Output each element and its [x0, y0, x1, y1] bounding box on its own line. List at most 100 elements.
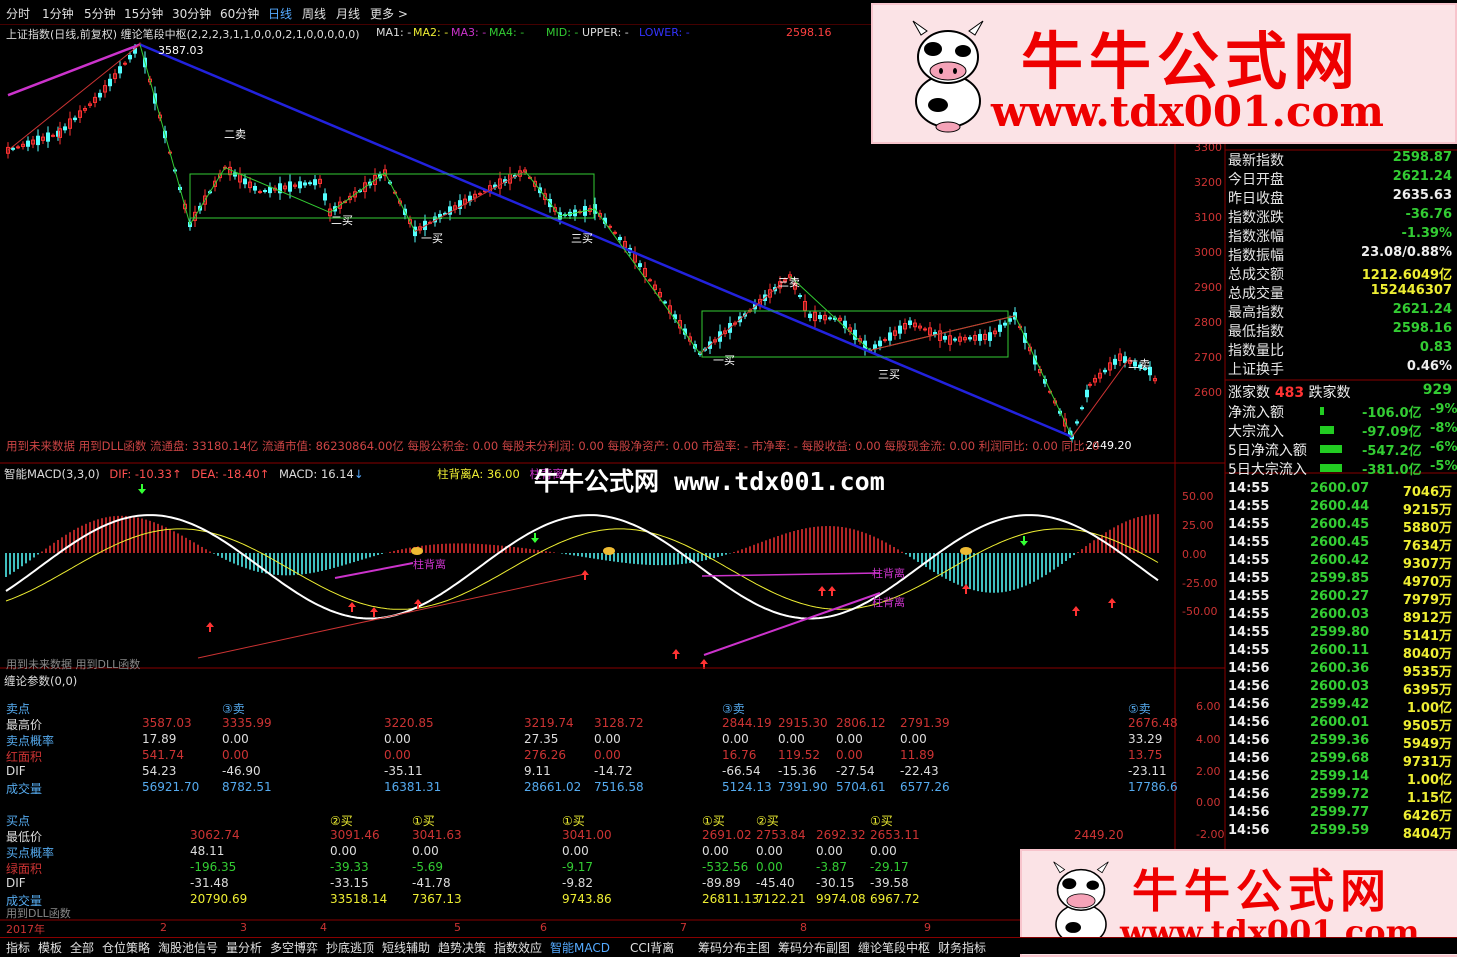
- tick-row: 14:55 2599.85 4970万: [1228, 571, 1456, 590]
- bi-up-1: [7, 44, 141, 151]
- tick-time: 14:55: [1228, 517, 1270, 532]
- timeframe-0[interactable]: 分时: [6, 5, 30, 22]
- tick-row: 14:56 2599.59 8404万: [1228, 823, 1456, 842]
- info-line-text: 用到未来数据 用到DLL函数 流通盘: 33180.14亿 流通市值: 8623…: [6, 439, 1100, 453]
- indicator-tab-3[interactable]: 仓位策略: [102, 939, 150, 956]
- timeframe-8[interactable]: 月线: [336, 5, 360, 22]
- indicator-tab-14[interactable]: 筹码分布副图: [778, 939, 850, 956]
- sell-table-cell: 54.23: [142, 764, 177, 778]
- indicator-tab-10[interactable]: 指数效应: [494, 939, 542, 956]
- sell-table-cell: 0.00: [836, 732, 863, 746]
- buy-table-cell: 33518.14: [330, 892, 388, 906]
- quote-label: 今日开盘: [1228, 172, 1284, 188]
- candle-body: [303, 182, 307, 186]
- signal-buy-3b: 三买: [878, 368, 900, 381]
- sell-table-cell: 7516.58: [594, 780, 644, 794]
- buy-table-cell: 0.00: [816, 844, 843, 858]
- buy-table-cell: 3041.00: [562, 828, 612, 842]
- watermark-cn-text-2: 牛牛公式网: [1132, 864, 1392, 918]
- indicator-tab-8[interactable]: 短线辅助: [382, 939, 430, 956]
- timeframe-6[interactable]: 日线: [268, 5, 292, 22]
- indicator-tab-12[interactable]: CCI背离: [630, 939, 674, 956]
- tick-time: 14:55: [1228, 607, 1270, 622]
- buy-arrow-icon: [828, 586, 836, 596]
- tick-time: 14:55: [1228, 643, 1270, 658]
- tick-time: 14:56: [1228, 697, 1270, 712]
- indicator-tab-4[interactable]: 淘股池信号: [158, 939, 218, 956]
- candle-body: [1113, 358, 1117, 365]
- candle-body: [888, 332, 892, 341]
- tick-price: 2599.85: [1310, 571, 1370, 586]
- timeframe-3[interactable]: 15分钟: [124, 5, 163, 22]
- candle-body: [1080, 407, 1084, 410]
- date-tick: 9: [924, 921, 931, 934]
- ma-legend-0: MA1: -: [376, 26, 412, 39]
- main-chart-title: 上证指数(日线,前复权) 缠论笔段中枢(2,2,2,3,1,1,0,0,0,2,…: [6, 28, 360, 41]
- macd-divergence-1: 柱背离: [413, 558, 446, 571]
- buy-table-cell: 9743.86: [562, 892, 612, 906]
- tick-time: 14:56: [1228, 679, 1270, 694]
- indicator-tab-0[interactable]: 指标: [6, 939, 30, 956]
- candle-body: [953, 338, 957, 341]
- buy-table-cell: 7122.21: [756, 892, 806, 906]
- candle-body: [263, 189, 267, 192]
- indicator-tab-bar: 指标 模板 全部 仓位策略 淘股池信号 量分析 多空博弈 抄底逃顶 短线辅助 趋势决策 指数效应 智能…: [0, 937, 1457, 956]
- sell-table-cell: 6577.26: [900, 780, 950, 794]
- buy-table-cell: -41.78: [412, 876, 451, 890]
- sell-table-cell: 7391.90: [778, 780, 828, 794]
- flow-label: 净流入额: [1228, 405, 1284, 421]
- tick-time: 14:55: [1228, 499, 1270, 514]
- buy-arrow-icon: [962, 584, 970, 594]
- candle-body: [883, 339, 887, 342]
- sell-table-cell: 3587.03: [142, 716, 192, 730]
- timeframe-2[interactable]: 5分钟: [84, 5, 116, 22]
- sell-table-cell: -66.54: [722, 764, 761, 778]
- sell-table-cell: 0.00: [384, 748, 411, 762]
- tick-row: 14:56 2600.01 9505万: [1228, 715, 1456, 734]
- candle-body: [308, 182, 312, 185]
- sell-arrow-icon: [138, 484, 146, 494]
- indicator-tab-2[interactable]: 全部: [70, 939, 94, 956]
- flow-value: -106.0亿: [1362, 406, 1422, 421]
- indicator-tab-13[interactable]: 筹码分布主图: [698, 939, 770, 956]
- sell-table-cell: 3220.85: [384, 716, 434, 730]
- macd-trend-red: [197, 573, 586, 659]
- timeframe-5[interactable]: 60分钟: [220, 5, 259, 22]
- candle-body: [613, 231, 617, 234]
- tick-time: 14:55: [1228, 589, 1270, 604]
- indicator-tab-6[interactable]: 多空博弈: [270, 939, 318, 956]
- candle-body: [26, 140, 30, 147]
- buy-table-cell: -196.35: [190, 860, 237, 874]
- sell-table-cell: 5124.13: [722, 780, 772, 794]
- indicator-tab-16[interactable]: 财务指标: [938, 939, 986, 956]
- indicator-tab-11[interactable]: 智能MACD: [550, 939, 610, 956]
- tick-volume: 9307万: [1402, 557, 1452, 572]
- candle-body: [638, 263, 642, 268]
- gold-coin-icon: [603, 547, 615, 555]
- indicator-tab-5[interactable]: 量分析: [226, 939, 262, 956]
- flow-pct: -6%: [1430, 440, 1457, 455]
- timeframe-7[interactable]: 周线: [302, 5, 326, 22]
- timeframe-4[interactable]: 30分钟: [172, 5, 211, 22]
- flow-pct: -5%: [1430, 459, 1457, 474]
- date-tick: 8: [800, 921, 807, 934]
- tick-row: 14:56 2600.36 9535万: [1228, 661, 1456, 680]
- indicator-tab-15[interactable]: 缠论笔段中枢: [858, 939, 930, 956]
- sell-table-cell: 2791.39: [900, 716, 950, 730]
- buy-table-cell: -31.48: [190, 876, 229, 890]
- sell-table-cell: 119.52: [778, 748, 820, 762]
- indicator-tab-7[interactable]: 抄底逃顶: [326, 939, 374, 956]
- candle-body: [268, 186, 272, 194]
- indicator-tab-9[interactable]: 趋势决策: [438, 939, 486, 956]
- timeframe-1[interactable]: 1分钟: [42, 5, 74, 22]
- candle-body: [298, 181, 302, 189]
- tick-price: 2599.59: [1310, 823, 1370, 838]
- timeframe-9[interactable]: 更多 >: [370, 5, 408, 22]
- chanlun-tick: 4.00: [1196, 733, 1221, 746]
- tick-price: 2599.14: [1310, 769, 1370, 784]
- indicator-tab-1[interactable]: 模板: [38, 939, 62, 956]
- candle-body: [808, 313, 812, 319]
- sell-table-cell: -23.11: [1128, 764, 1167, 778]
- ma-legend-2: MA3: -: [451, 26, 487, 39]
- tick-row: 14:56 2599.77 6426万: [1228, 805, 1456, 824]
